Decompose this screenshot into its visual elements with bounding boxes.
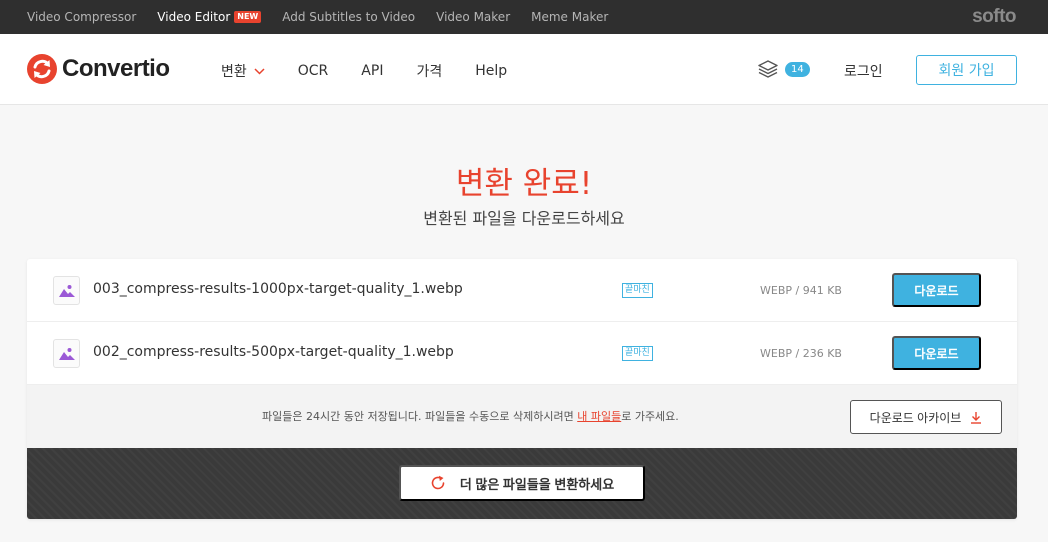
nav-item-ocr[interactable]: OCR [298,63,329,79]
file-row: 003_compress-results-1000px-target-quali… [27,259,1017,322]
logo-wordmark: Convertio [62,55,170,82]
new-badge: NEW [234,11,262,23]
topbar-link-label: Video Maker [436,10,511,24]
convertio-logo[interactable]: Convertio [27,54,170,84]
nav-item-label: 변환 [221,64,247,80]
convertio-logo-icon [27,54,57,84]
download-archive-button[interactable]: 다운로드 아카이브 [850,400,1002,434]
my-files-link[interactable]: 내 파일들 [577,410,621,423]
chevron-down-icon [254,67,265,75]
topbar-link-video-editor[interactable]: Video Editor NEW [157,10,262,24]
main-header: Convertio 변환 OCR API 가격 Help 14 로그인 회원 가… [0,34,1048,105]
page-title: 변환 완료! [455,166,593,202]
download-button[interactable]: 다운로드 [892,336,981,370]
notice-text-after: 로 가주세요. [621,410,679,423]
file-name: 002_compress-results-500px-target-qualit… [93,344,454,360]
file-count-badge: 14 [785,61,810,77]
nav-item-api[interactable]: API [361,63,383,79]
topbar-link-video-compressor[interactable]: Video Compressor [27,10,136,24]
layers-icon [758,60,778,78]
image-file-icon [53,339,80,368]
login-link[interactable]: 로그인 [844,61,883,81]
nav-item-help[interactable]: Help [475,63,507,79]
softo-logo[interactable]: softo [972,6,1016,28]
main-nav: 변환 OCR API 가격 Help [221,61,540,81]
storage-notice-text: 파일들은 24시간 동안 저장됩니다. 파일들을 수동으로 삭제하시려면 내 파… [262,408,679,424]
file-meta: WEBP / 236 KB [760,347,842,360]
file-row: 002_compress-results-500px-target-qualit… [27,322,1017,385]
convert-more-label: 더 많은 파일들을 변환하세요 [459,476,615,492]
file-stack-button[interactable]: 14 [758,60,810,78]
archive-label: 다운로드 아카이브 [869,410,962,425]
topbar-link-label: Meme Maker [531,10,609,24]
topbar-link-add-subtitles[interactable]: Add Subtitles to Video [282,10,415,24]
refresh-icon [431,475,445,490]
top-promo-bar: Video Compressor Video Editor NEW Add Sub… [0,0,1048,34]
topbar-link-label: Add Subtitles to Video [282,10,416,24]
file-meta: WEBP / 941 KB [760,284,842,297]
convert-more-bar: 더 많은 파일들을 변환하세요 [27,448,1017,519]
storage-notice: 파일들은 24시간 동안 저장됩니다. 파일들을 수동으로 삭제하시려면 내 파… [27,385,1017,448]
page-subtitle: 변환된 파일을 다운로드하세요 [423,209,625,228]
nav-item-pricing[interactable]: 가격 [416,61,442,81]
status-badge: 끝마친 [622,283,653,298]
file-name: 003_compress-results-1000px-target-quali… [93,281,463,297]
topbar-link-meme-maker[interactable]: Meme Maker [531,10,608,24]
download-arrow-icon [971,411,982,424]
image-file-icon [53,276,80,305]
topbar-link-label: Video Compressor [27,10,137,24]
download-button[interactable]: 다운로드 [892,273,981,307]
notice-text-before: 파일들은 24시간 동안 저장됩니다. 파일들을 수동으로 삭제하시려면 [262,410,578,423]
topbar-link-label: Video Editor [157,10,231,24]
topbar-link-video-maker[interactable]: Video Maker [436,10,510,24]
signup-button[interactable]: 회원 가입 [916,55,1017,85]
nav-item-convert[interactable]: 변환 [221,61,265,81]
convert-more-button[interactable]: 더 많은 파일들을 변환하세요 [399,465,645,501]
results-panel: 003_compress-results-1000px-target-quali… [27,259,1017,519]
status-badge: 끝마친 [622,346,653,361]
